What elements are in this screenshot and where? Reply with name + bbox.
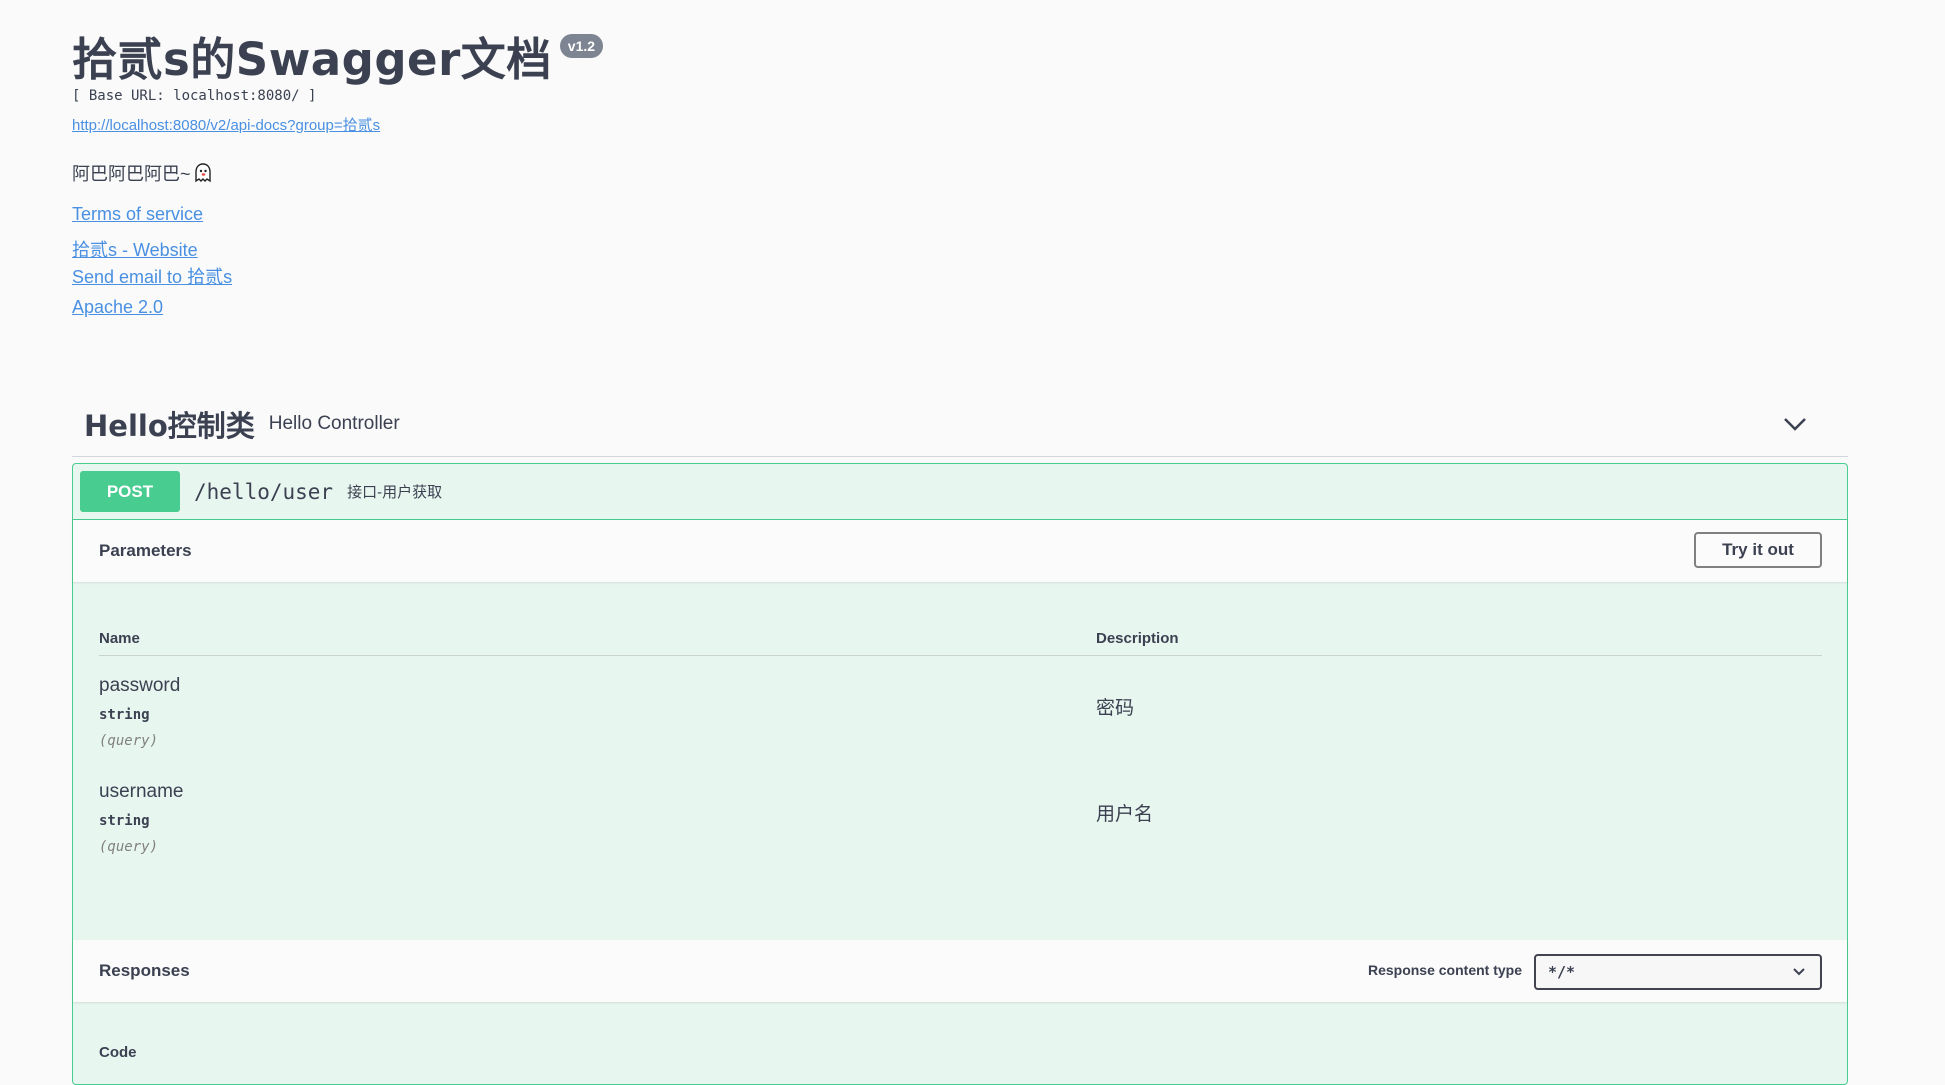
param-description: 密码 xyxy=(1096,698,1135,719)
page-title: 拾贰s的Swagger文档 xyxy=(72,33,552,86)
email-link[interactable]: Send email to 拾贰s xyxy=(72,263,232,289)
operation-block: POST /hello/user 接口-用户获取 Parameters Try … xyxy=(72,463,1848,1085)
chevron-down-icon[interactable] xyxy=(1782,412,1808,436)
param-name: password xyxy=(99,675,181,696)
base-url: [ Base URL: localhost:8080/ ] xyxy=(72,88,317,104)
header-divider xyxy=(99,655,1822,656)
tag-name: Hello控制类 xyxy=(84,409,255,443)
chevron-down-icon xyxy=(1793,968,1805,976)
param-description: 用户名 xyxy=(1096,804,1154,825)
tag-description: Hello Controller xyxy=(268,413,400,434)
terms-of-service-link[interactable]: Terms of service xyxy=(72,204,203,225)
param-type: string xyxy=(99,707,150,723)
column-header-name: Name xyxy=(99,630,140,647)
info-title-row: 拾贰s的Swagger文档 v1.2 xyxy=(72,28,604,92)
response-content-type-label: Response content type xyxy=(1367,962,1522,978)
method-badge: POST xyxy=(80,471,180,512)
param-type: string xyxy=(99,813,150,829)
operation-path: /hello/user xyxy=(194,479,334,504)
parameters-title: Parameters xyxy=(99,541,192,560)
response-content-type-select[interactable]: */* xyxy=(1534,954,1822,990)
tag-section-header[interactable]: Hello控制类 Hello Controller xyxy=(72,392,1848,457)
website-link[interactable]: 拾贰s - Website xyxy=(72,236,198,262)
param-name: username xyxy=(99,781,184,802)
api-description: 阿巴阿巴阿巴~ xyxy=(72,160,213,186)
operation-summary[interactable]: POST /hello/user 接口-用户获取 xyxy=(73,464,1847,520)
operation-summary-text: 接口-用户获取 xyxy=(347,484,443,501)
license-link[interactable]: Apache 2.0 xyxy=(72,297,163,318)
responses-code-header: Code xyxy=(99,1044,137,1061)
column-header-description: Description xyxy=(1096,630,1179,647)
version-badge: v1.2 xyxy=(559,34,604,58)
response-content-type-value: */* xyxy=(1548,963,1576,981)
param-location: (query) xyxy=(99,733,159,749)
api-docs-link[interactable]: http://localhost:8080/v2/api-docs?group=… xyxy=(72,114,380,135)
try-it-out-button[interactable]: Try it out xyxy=(1694,532,1822,568)
parameters-header: Parameters Try it out xyxy=(73,520,1847,582)
responses-header: Responses Response content type */* xyxy=(73,940,1847,1002)
responses-title: Responses xyxy=(99,961,190,980)
description-text: 阿巴阿巴阿巴~ xyxy=(72,164,191,184)
ghost-emoji-icon xyxy=(194,163,211,183)
param-location: (query) xyxy=(99,839,159,855)
parameters-table: Name Description password string (query)… xyxy=(73,582,1847,940)
